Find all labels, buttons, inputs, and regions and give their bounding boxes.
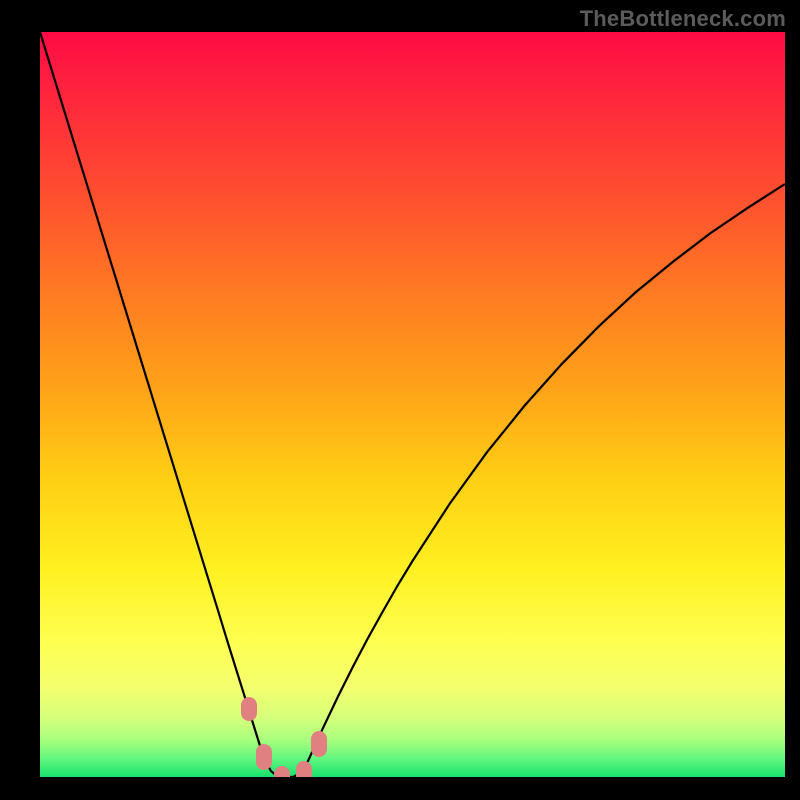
plot-area [40, 32, 785, 777]
marker-layer [40, 32, 785, 777]
watermark: TheBottleneck.com [580, 6, 786, 32]
chart-frame: TheBottleneck.com [0, 0, 800, 800]
data-marker [311, 731, 327, 757]
watermark-text: TheBottleneck.com [580, 6, 786, 31]
data-marker [274, 766, 290, 777]
data-marker [241, 697, 257, 721]
data-marker [296, 761, 312, 777]
data-marker [256, 744, 272, 770]
